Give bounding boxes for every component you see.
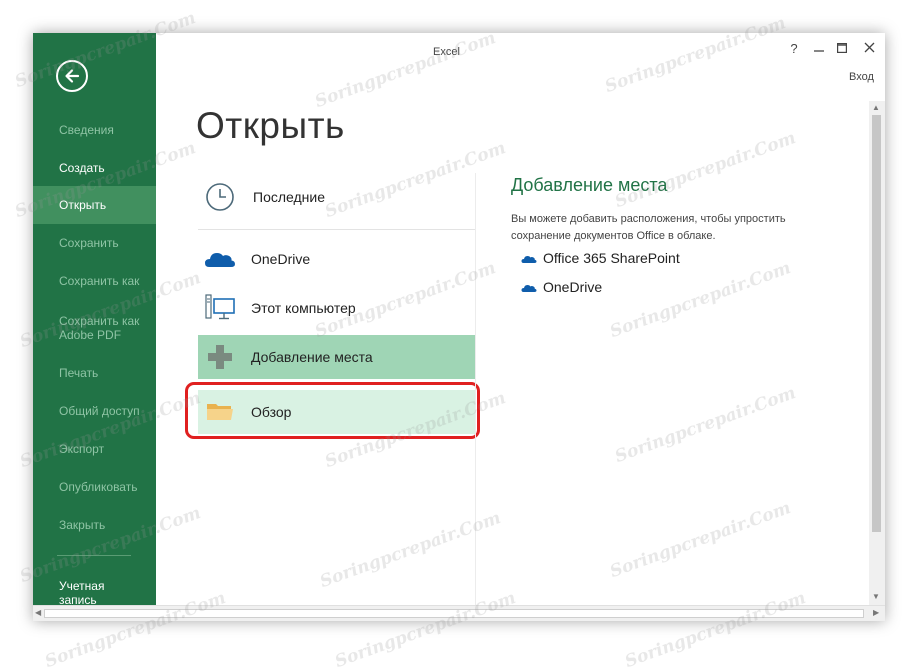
help-button[interactable]: ? bbox=[783, 39, 805, 59]
nav-item-save: Сохранить bbox=[59, 236, 119, 250]
place-add-place-label: Добавление места bbox=[251, 349, 373, 365]
cloud-icon bbox=[205, 253, 235, 267]
scroll-left-arrow-icon[interactable]: ◀ bbox=[35, 608, 41, 617]
signin-link[interactable]: Вход bbox=[849, 71, 874, 83]
minimize-icon bbox=[814, 50, 824, 52]
computer-icon bbox=[205, 294, 235, 320]
page-title: Открыть bbox=[196, 105, 345, 146]
cloud-icon bbox=[521, 256, 537, 263]
add-place-link-sharepoint-label: Office 365 SharePoint bbox=[543, 250, 680, 266]
place-add-place[interactable]: Добавление места bbox=[198, 335, 475, 379]
maximize-button[interactable] bbox=[831, 39, 853, 59]
minimize-button[interactable] bbox=[808, 39, 830, 59]
maximize-icon bbox=[837, 43, 848, 54]
nav-item-info: Сведения bbox=[59, 123, 114, 137]
nav-item-print: Печать bbox=[59, 366, 99, 380]
scroll-up-arrow-icon[interactable]: ▲ bbox=[872, 103, 880, 112]
close-button[interactable] bbox=[858, 39, 880, 59]
place-recent-label: Последние bbox=[253, 189, 326, 205]
vertical-scrollbar[interactable]: ▲ ▼ bbox=[869, 101, 885, 605]
places-divider bbox=[198, 229, 475, 230]
nav-item-publish: Опубликовать bbox=[59, 480, 138, 494]
panel-divider bbox=[475, 173, 476, 605]
place-onedrive-label: OneDrive bbox=[251, 251, 311, 267]
add-place-description: Вы можете добавить расположения, чтобы у… bbox=[511, 213, 786, 242]
clock-icon bbox=[206, 183, 234, 211]
scroll-down-arrow-icon[interactable]: ▼ bbox=[872, 592, 880, 601]
scroll-right-arrow-icon[interactable]: ▶ bbox=[873, 608, 879, 617]
add-place-link-onedrive-label: OneDrive bbox=[543, 279, 603, 295]
place-onedrive[interactable]: OneDrive bbox=[198, 237, 475, 281]
cloud-icon bbox=[521, 285, 537, 292]
vertical-scroll-thumb[interactable] bbox=[872, 115, 881, 532]
close-icon bbox=[864, 42, 874, 53]
nav-item-account-line1: Учетная bbox=[59, 579, 105, 593]
plus-icon bbox=[208, 345, 232, 369]
